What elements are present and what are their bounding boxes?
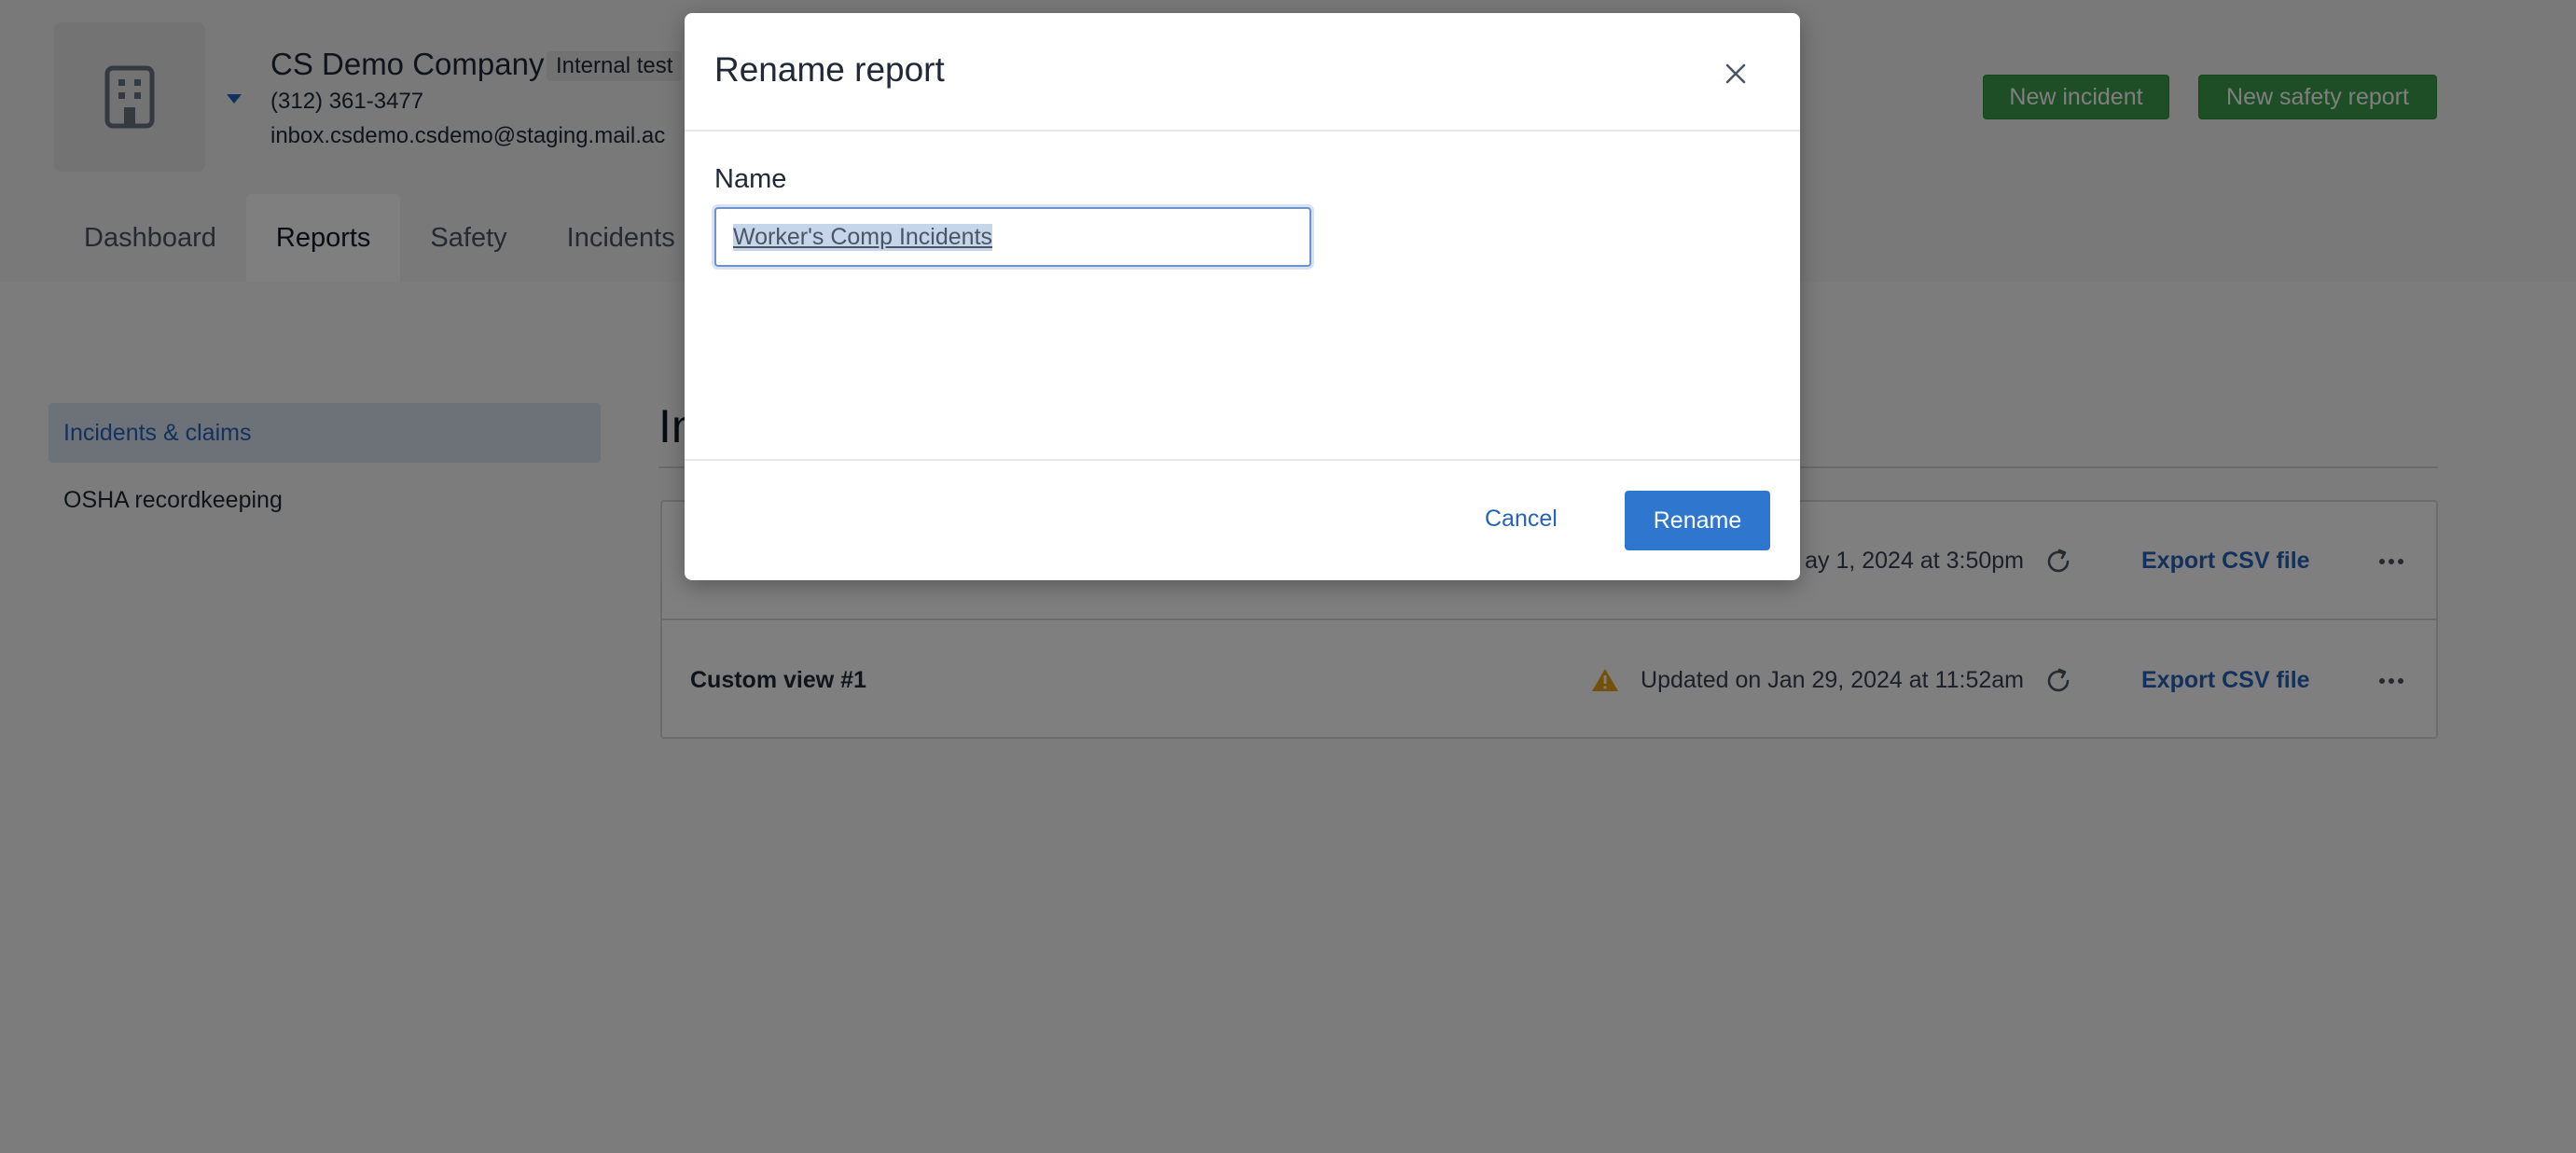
cancel-button[interactable]: Cancel xyxy=(1485,493,1558,545)
report-name-input[interactable]: Worker's Comp Incidents xyxy=(714,207,1311,267)
close-icon[interactable] xyxy=(1722,60,1750,88)
name-field-label: Name xyxy=(714,164,787,194)
rename-report-dialog: Rename report Name Worker's Comp Inciden… xyxy=(685,13,1800,580)
dialog-header: Rename report xyxy=(685,13,1800,132)
dialog-footer: Cancel Rename xyxy=(685,459,1800,580)
rename-button[interactable]: Rename xyxy=(1625,491,1770,550)
dialog-title: Rename report xyxy=(714,50,945,89)
report-name-input-value: Worker's Comp Incidents xyxy=(733,223,993,251)
